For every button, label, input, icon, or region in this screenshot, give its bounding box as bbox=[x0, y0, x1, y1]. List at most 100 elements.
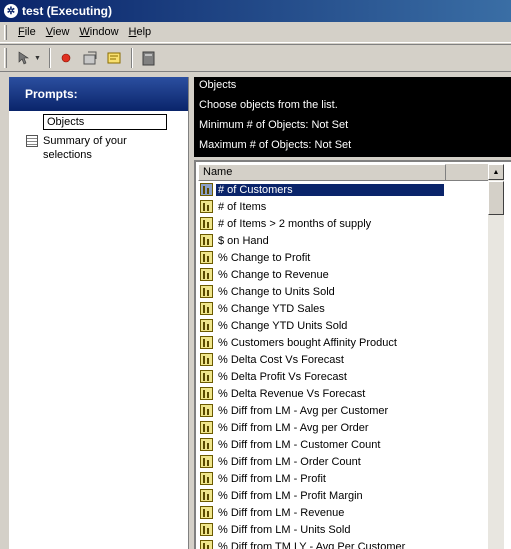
list-item-label: # of Items > 2 months of supply bbox=[218, 217, 372, 230]
menu-file[interactable]: File bbox=[13, 24, 41, 40]
list-item-label: % Change to Profit bbox=[218, 251, 311, 264]
list-item-label: % Change YTD Sales bbox=[218, 302, 325, 315]
list-item[interactable]: % Customers bought Affinity Product bbox=[200, 334, 488, 351]
list-item-label: % Change to Revenue bbox=[218, 268, 329, 281]
objects-list[interactable]: Name # of Customers # of Items # of Items … bbox=[194, 160, 511, 549]
metric-icon bbox=[200, 217, 213, 230]
list-item[interactable]: % Diff from LM - Profit bbox=[200, 470, 488, 487]
list-item-label: % Delta Cost Vs Forecast bbox=[218, 353, 344, 366]
metric-icon bbox=[200, 353, 213, 366]
menu-view[interactable]: View bbox=[41, 24, 75, 40]
scroll-up-icon[interactable]: ▲ bbox=[488, 164, 504, 180]
prompt-item-summary[interactable]: Summary of your selections bbox=[9, 134, 188, 162]
pointer-dropdown-icon[interactable]: ▼ bbox=[34, 55, 41, 62]
list-item[interactable]: % Diff from TM LY - Avg Per Customer bbox=[200, 538, 488, 549]
info-title: Objects bbox=[199, 79, 237, 91]
metric-icon bbox=[200, 370, 213, 383]
list-item-label: % Delta Profit Vs Forecast bbox=[218, 370, 347, 383]
list-item-label: % Diff from LM - Avg per Order bbox=[218, 421, 369, 434]
title-bar: ✲ test (Executing) bbox=[0, 0, 511, 22]
list-item-label: % Diff from LM - Units Sold bbox=[218, 523, 351, 536]
prompts-header: Prompts: bbox=[9, 77, 188, 111]
menu-file-mnemonic: F bbox=[18, 26, 25, 38]
prompts-panel: Prompts: Objects Summary of your selecti… bbox=[9, 77, 189, 549]
metric-icon bbox=[200, 302, 213, 315]
metric-icon bbox=[200, 540, 213, 549]
menu-help-label: elp bbox=[136, 26, 152, 38]
toolbar: ▼ bbox=[0, 44, 511, 72]
list-item[interactable]: % Delta Revenue Vs Forecast bbox=[200, 385, 488, 402]
info-maximum: Maximum # of Objects: Not Set bbox=[199, 139, 352, 151]
prompt-info-panel: Objects Choose objects from the list. Mi… bbox=[194, 77, 511, 157]
metric-icon bbox=[200, 183, 213, 196]
list-item[interactable]: % Change YTD Sales bbox=[200, 300, 488, 317]
menu-window[interactable]: Window bbox=[74, 24, 123, 40]
list-item-label: % Diff from LM - Profit bbox=[218, 472, 326, 485]
list-item[interactable]: $ on Hand bbox=[200, 232, 488, 249]
metric-icon bbox=[200, 404, 213, 417]
prompt-item-label: Objects bbox=[43, 114, 167, 130]
document-icon[interactable] bbox=[137, 47, 159, 69]
menu-view-mnemonic: V bbox=[45, 26, 53, 38]
list-item[interactable]: % Change to Revenue bbox=[200, 266, 488, 283]
menu-grip[interactable] bbox=[4, 24, 7, 40]
list-item[interactable]: % Diff from LM - Units Sold bbox=[200, 521, 488, 538]
pointer-tool-icon[interactable] bbox=[13, 47, 35, 69]
list-item-label: % Diff from LM - Customer Count bbox=[218, 438, 381, 451]
list-item[interactable]: % Diff from LM - Avg per Customer bbox=[200, 402, 488, 419]
metric-icon bbox=[200, 387, 213, 400]
record-icon[interactable] bbox=[55, 47, 77, 69]
list-item-label: # of Items bbox=[218, 200, 267, 213]
toolbar-separator bbox=[48, 48, 51, 68]
list-item[interactable]: % Diff from LM - Profit Margin bbox=[200, 487, 488, 504]
toolbar-grip[interactable] bbox=[4, 48, 7, 68]
prompt-item-label: Summary of your selections bbox=[43, 135, 127, 161]
metric-icon bbox=[200, 472, 213, 485]
list-item-label: % Diff from TM LY - Avg Per Customer bbox=[218, 540, 406, 549]
note-icon[interactable] bbox=[103, 47, 125, 69]
metric-icon bbox=[200, 421, 213, 434]
menu-help[interactable]: Help bbox=[124, 24, 157, 40]
list-item[interactable]: % Delta Profit Vs Forecast bbox=[200, 368, 488, 385]
list-item[interactable]: % Change YTD Units Sold bbox=[200, 317, 488, 334]
objects-rows: # of Customers # of Items # of Items > 2 m… bbox=[200, 181, 488, 549]
menu-view-label: iew bbox=[52, 26, 70, 38]
scroll-thumb[interactable] bbox=[488, 181, 504, 215]
list-item[interactable]: # of Items bbox=[200, 198, 488, 215]
list-item-label: % Change to Units Sold bbox=[218, 285, 335, 298]
vertical-scrollbar[interactable]: ▲ bbox=[488, 164, 504, 549]
window-title: test (Executing) bbox=[22, 4, 113, 18]
list-item-label: % Diff from LM - Order Count bbox=[218, 455, 361, 468]
metric-icon bbox=[200, 523, 213, 536]
app-icon: ✲ bbox=[4, 4, 18, 18]
list-item[interactable]: % Change to Units Sold bbox=[200, 283, 488, 300]
metric-icon bbox=[200, 336, 213, 349]
menu-window-label: indow bbox=[89, 26, 119, 38]
summary-icon bbox=[26, 135, 38, 147]
column-header-filler bbox=[446, 164, 488, 181]
menu-file-label: ile bbox=[24, 26, 36, 38]
list-item[interactable]: % Diff from LM - Order Count bbox=[200, 453, 488, 470]
list-item-label: % Delta Revenue Vs Forecast bbox=[218, 387, 366, 400]
list-item[interactable]: % Diff from LM - Customer Count bbox=[200, 436, 488, 453]
list-item[interactable]: % Diff from LM - Avg per Order bbox=[200, 419, 488, 436]
column-header-name[interactable]: Name bbox=[198, 164, 446, 181]
list-item-label: % Change YTD Units Sold bbox=[218, 319, 348, 332]
metric-icon bbox=[200, 200, 213, 213]
info-minimum: Minimum # of Objects: Not Set bbox=[199, 119, 349, 131]
menu-help-mnemonic: H bbox=[128, 26, 137, 38]
list-item[interactable]: # of Customers bbox=[200, 181, 488, 198]
metric-icon bbox=[200, 319, 213, 332]
menu-bar: File View Window Help bbox=[0, 22, 511, 43]
list-item[interactable]: % Change to Profit bbox=[200, 249, 488, 266]
list-item[interactable]: % Diff from LM - Revenue bbox=[200, 504, 488, 521]
run-icon[interactable] bbox=[79, 47, 101, 69]
prompt-item-objects[interactable]: Objects bbox=[9, 114, 188, 130]
metric-icon bbox=[200, 268, 213, 281]
list-item-label: % Customers bought Affinity Product bbox=[218, 336, 397, 349]
list-item[interactable]: % Delta Cost Vs Forecast bbox=[200, 351, 488, 368]
list-item[interactable]: # of Items > 2 months of supply bbox=[200, 215, 488, 232]
metric-icon bbox=[200, 438, 213, 451]
list-item-label: % Diff from LM - Revenue bbox=[218, 506, 345, 519]
menu-window-mnemonic: W bbox=[79, 26, 90, 38]
